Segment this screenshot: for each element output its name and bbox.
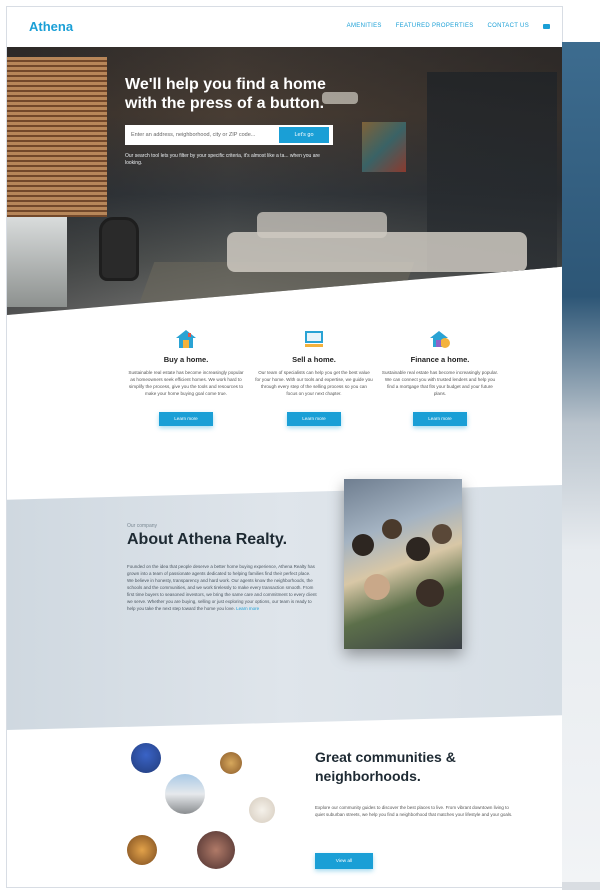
hero-window-image — [7, 217, 67, 307]
photo-person — [364, 574, 390, 600]
hero-art-image — [362, 122, 406, 172]
service-title: Sell a home. — [292, 355, 336, 364]
sell-sign-icon — [303, 329, 325, 349]
adjacent-page-preview — [562, 42, 600, 890]
finance-house-icon — [429, 329, 451, 349]
service-buy: Buy a home. Sustainable real estate has … — [127, 329, 245, 426]
photo-person — [382, 519, 402, 539]
learn-more-button[interactable]: Learn more — [413, 412, 467, 426]
service-title: Buy a home. — [163, 355, 209, 364]
about-body: Founded on the idea that people deserve … — [127, 564, 317, 611]
service-sell: Sell a home. Our team of specialists can… — [255, 329, 373, 426]
about-title: About Athena Realty. — [127, 531, 288, 548]
communities-text: Explore our community guides to discover… — [315, 805, 513, 817]
service-title: Finance a home. — [410, 355, 470, 364]
brand-logo[interactable]: Athena — [29, 19, 73, 34]
photo-person — [352, 534, 374, 556]
community-photo-circle — [249, 797, 275, 823]
about-text: Founded on the idea that people deserve … — [127, 563, 317, 612]
hero-bag-image — [99, 217, 139, 281]
search-button[interactable]: Let's go — [279, 127, 329, 143]
hero-sofa-image — [227, 232, 527, 272]
learn-more-button[interactable]: Learn more — [287, 412, 341, 426]
service-finance: Finance a home. Sustainable real estate … — [381, 329, 499, 426]
browser-page: Athena Amenities Featured Properties Con… — [6, 6, 563, 888]
hero-title: We'll help you find a home with the pres… — [125, 76, 326, 112]
service-text: Sustainable real estate has become incre… — [381, 370, 499, 396]
community-photo-circle — [220, 752, 242, 774]
nav-links: Amenities Featured Properties Contact Us — [347, 23, 550, 29]
community-photo-circle — [131, 743, 161, 773]
nav-link-amenities[interactable]: Amenities — [347, 23, 382, 29]
service-text: Our team of specialists can help you get… — [255, 370, 373, 396]
about-learn-more-link[interactable]: Learn more — [236, 606, 259, 611]
photo-person — [432, 524, 452, 544]
about-team-photo — [344, 479, 462, 649]
community-photo-circle — [127, 835, 157, 865]
photo-person — [416, 579, 444, 607]
top-nav: Athena Amenities Featured Properties Con… — [7, 7, 562, 47]
hero-subtitle: Our search tool lets you filter by your … — [125, 153, 320, 166]
communities-title: Great communities & neighborhoods. — [315, 749, 456, 784]
community-photo-circle — [197, 831, 235, 869]
nav-link-featured-properties[interactable]: Featured Properties — [396, 23, 474, 29]
house-buy-icon — [175, 329, 197, 349]
about-kicker: Our company — [127, 523, 158, 529]
hero-blinds-image — [7, 57, 107, 217]
photo-person — [406, 537, 430, 561]
menu-icon[interactable] — [543, 23, 550, 29]
service-text: Sustainable real estate has become incre… — [128, 370, 244, 396]
community-photo-circle — [165, 774, 205, 814]
learn-more-button[interactable]: Learn more — [159, 412, 213, 426]
nav-link-contact-us[interactable]: Contact Us — [488, 23, 529, 29]
view-all-button[interactable]: View all — [315, 853, 373, 869]
